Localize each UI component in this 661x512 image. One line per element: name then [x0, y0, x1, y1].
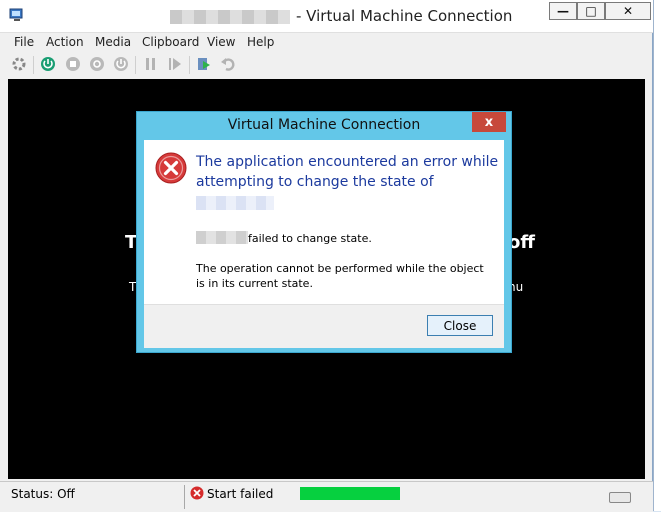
error-icon: [155, 152, 187, 184]
maximize-button[interactable]: □: [577, 2, 605, 20]
error-detail-line: failed to change state.: [248, 232, 372, 245]
toolbar-separator: [33, 56, 34, 74]
menu-clipboard[interactable]: Clipboard: [142, 35, 199, 49]
background-window-edge: [653, 0, 661, 511]
save-icon[interactable]: [113, 56, 129, 72]
shutdown-icon[interactable]: [89, 56, 105, 72]
dialog-body: The application encountered an error whi…: [144, 140, 504, 304]
redacted-vm-name: [196, 196, 274, 210]
menu-view[interactable]: View: [207, 35, 235, 49]
revert-icon[interactable]: [220, 56, 236, 72]
status-bar: Status: Off Start failed: [0, 481, 653, 512]
ctrl-alt-del-icon[interactable]: [11, 56, 27, 72]
menu-bar: File Action Media Clipboard View Help: [0, 33, 653, 51]
menu-file[interactable]: File: [14, 35, 34, 49]
dialog-footer: Close: [144, 304, 504, 348]
redacted-vm-name: [196, 231, 248, 244]
status-text: Status: Off: [11, 487, 75, 501]
dialog-title: Virtual Machine Connection: [227, 117, 421, 133]
toolbar-separator: [135, 56, 136, 74]
error-icon: [190, 486, 204, 500]
start-icon[interactable]: [40, 56, 56, 72]
menu-help[interactable]: Help: [247, 35, 274, 49]
keyboard-icon: [609, 492, 631, 503]
turn-off-icon[interactable]: [65, 56, 81, 72]
toolbar-separator: [189, 56, 190, 74]
redacted-vm-name: [170, 10, 290, 24]
main-instruction: The application encountered an error whi…: [196, 154, 499, 190]
toolbar: [0, 52, 653, 78]
menu-action[interactable]: Action: [46, 35, 84, 49]
title-bar: - Virtual Machine Connection — □ ✕: [0, 0, 653, 33]
minimize-button[interactable]: —: [549, 2, 577, 20]
checkpoint-icon[interactable]: [196, 56, 212, 72]
status-separator: [184, 485, 185, 509]
close-button[interactable]: Close: [427, 315, 493, 336]
menu-media[interactable]: Media: [95, 35, 131, 49]
error-reason: The operation cannot be performed while …: [196, 262, 484, 290]
window-title: - Virtual Machine Connection: [296, 7, 513, 25]
progress-bar: [300, 487, 400, 500]
bg-text-fragment: off: [508, 232, 535, 253]
close-window-button[interactable]: ✕: [605, 2, 651, 20]
dialog-close-button[interactable]: x: [472, 112, 506, 132]
reset-icon[interactable]: [167, 56, 183, 72]
status-message: Start failed: [207, 487, 274, 501]
app-icon: [9, 8, 23, 21]
pause-icon[interactable]: [143, 56, 159, 72]
error-dialog: Virtual Machine Connection x The applica…: [136, 111, 512, 353]
